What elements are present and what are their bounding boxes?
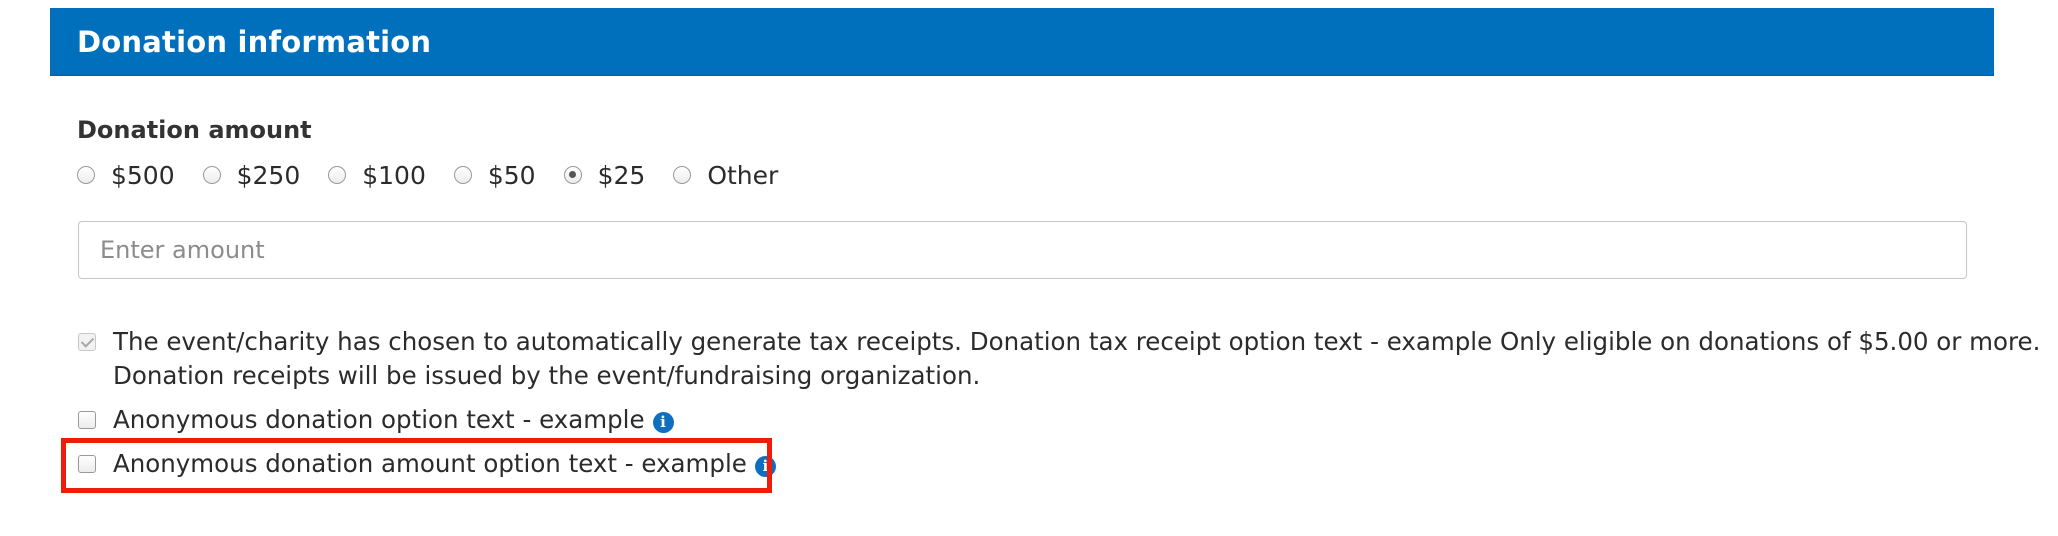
anonymous-donation-option: Anonymous donation option text - example… [113, 403, 674, 437]
tax-receipt-line-1: The event/charity has chosen to automati… [113, 327, 2041, 356]
radio-label-250: $250 [236, 160, 301, 190]
info-icon[interactable]: i [652, 412, 674, 433]
anonymous-donation-checkbox[interactable] [78, 411, 96, 429]
radio-label-25: $25 [597, 160, 646, 190]
section-header: Donation information [50, 8, 1994, 76]
radio-label-other: Other [707, 160, 779, 190]
tax-receipt-line-2: Donation receipts will be issued by the … [113, 361, 981, 390]
tax-receipt-text: The event/charity has chosen to automati… [113, 325, 2040, 393]
donation-amount-radio-group: $500 $250 $100 $50 $25 Other [77, 158, 806, 192]
radio-500[interactable] [77, 166, 95, 184]
donation-amount-label: Donation amount [77, 116, 312, 144]
radio-label-100: $100 [362, 160, 426, 190]
radio-option-other[interactable]: Other [673, 161, 778, 190]
radio-100[interactable] [328, 166, 347, 184]
tax-receipt-checkbox[interactable] [78, 333, 96, 351]
radio-250[interactable] [202, 166, 221, 184]
highlight-box [61, 438, 772, 493]
radio-other[interactable] [673, 166, 692, 184]
radio-option-250[interactable]: $250 [202, 160, 301, 190]
donation-form: Donation information Donation amount $50… [0, 0, 2058, 536]
radio-option-500[interactable]: $500 [77, 161, 175, 190]
radio-option-100[interactable]: $100 [328, 161, 426, 190]
anonymous-donation-label: Anonymous donation option text - example [113, 405, 645, 434]
enter-amount-input[interactable] [78, 221, 1967, 279]
radio-25[interactable] [563, 166, 582, 184]
radio-label-500: $500 [111, 160, 175, 190]
radio-option-25[interactable]: $25 [563, 160, 646, 190]
section-title: Donation information [77, 25, 432, 59]
radio-50[interactable] [453, 166, 472, 184]
radio-label-50: $50 [487, 160, 536, 190]
radio-option-50[interactable]: $50 [453, 160, 536, 190]
